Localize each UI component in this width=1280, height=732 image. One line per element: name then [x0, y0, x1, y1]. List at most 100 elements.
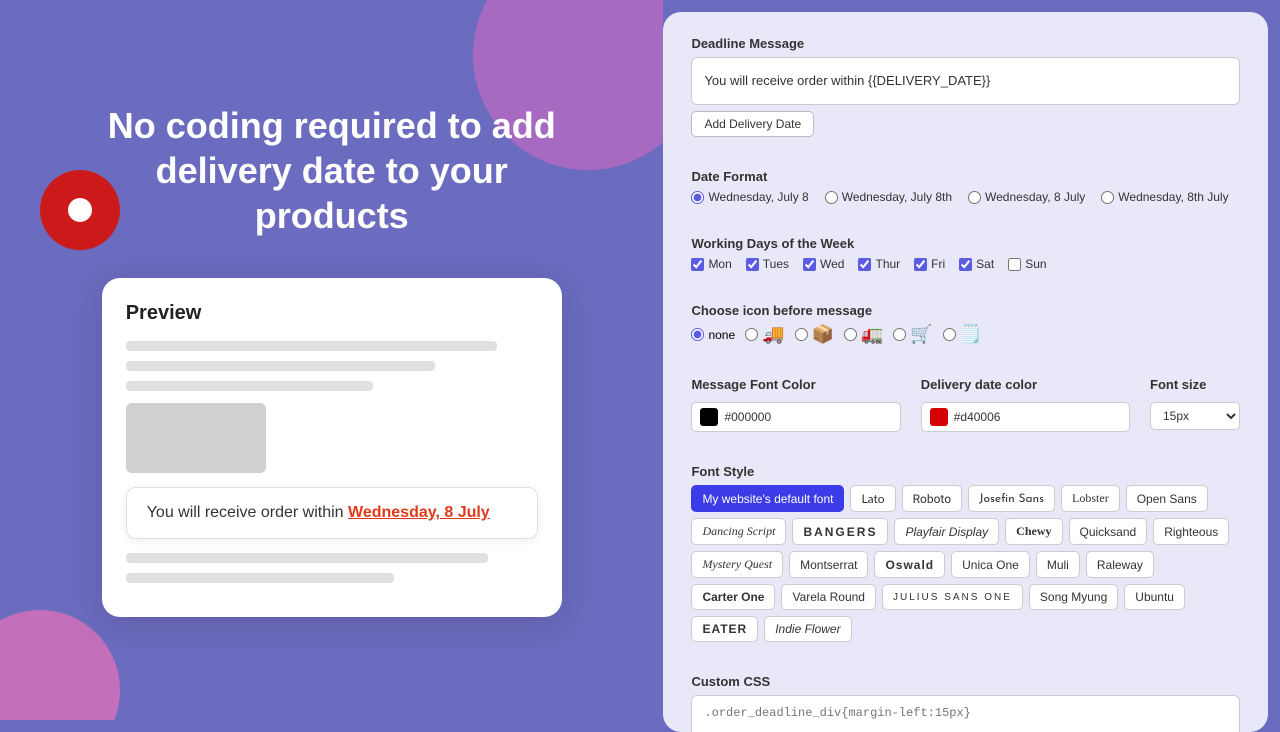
font-btn-song[interactable]: Song Myung [1029, 584, 1118, 610]
preview-bottom-line-2 [126, 573, 394, 583]
message-font-color-input[interactable]: #000000 [691, 402, 900, 432]
icon-truck2[interactable]: 🚛 [844, 324, 883, 345]
font-btn-julius[interactable]: JULIUS SANS ONE [882, 584, 1023, 610]
icon-radio-cart[interactable] [893, 328, 906, 341]
icon-truck1[interactable]: 🚚 [745, 324, 784, 345]
message-font-color-swatch [700, 408, 718, 426]
font-btn-default[interactable]: My website's default font [691, 485, 844, 512]
message-font-color-group: Message Font Color #000000 [691, 377, 900, 432]
red-circle-inner [68, 198, 92, 222]
font-btn-montserrat[interactable]: Montserrat [789, 551, 868, 578]
working-days-section: Working Days of the Week Mon Tues Wed Th… [691, 236, 1240, 271]
preview-card: Preview You will receive order within We… [102, 278, 562, 617]
day-fri[interactable]: Fri [914, 257, 945, 271]
date-format-option-4[interactable]: Wednesday, 8th July [1101, 190, 1228, 204]
delivery-date-color-input[interactable]: #d40006 [921, 402, 1130, 432]
font-btn-unica[interactable]: Unica One [951, 551, 1030, 578]
icon-cart[interactable]: 🛒 [893, 324, 932, 345]
date-format-radio-3[interactable] [968, 191, 981, 204]
color-fontsize-row: Message Font Color #000000 Delivery date… [691, 377, 1240, 432]
delivery-message-box: You will receive order within Wednesday,… [126, 487, 538, 539]
font-btn-josefin[interactable]: Josefin Sans [968, 485, 1055, 512]
icon-radio-truck2[interactable] [844, 328, 857, 341]
font-buttons-grid: My website's default font Lato Roboto Jo… [691, 485, 1240, 642]
font-size-group: Font size 15px 12px 14px 16px 18px 20px [1150, 377, 1240, 430]
delivery-date-color-label: Delivery date color [921, 377, 1130, 392]
font-btn-lato[interactable]: Lato [850, 485, 895, 512]
message-font-color-value: #000000 [724, 410, 771, 424]
add-delivery-date-button[interactable]: Add Delivery Date [691, 111, 814, 137]
checkbox-thur[interactable] [858, 258, 871, 271]
custom-css-input[interactable] [691, 695, 1240, 732]
day-tues[interactable]: Tues [746, 257, 789, 271]
working-days-label: Working Days of the Week [691, 236, 1240, 251]
date-format-radio-group: Wednesday, July 8 Wednesday, July 8th We… [691, 190, 1240, 204]
date-format-radio-1[interactable] [691, 191, 704, 204]
date-format-radio-2[interactable] [825, 191, 838, 204]
font-btn-indie[interactable]: Indie Flower [764, 616, 851, 642]
checkbox-sun[interactable] [1008, 258, 1021, 271]
font-btn-lobster[interactable]: Lobster [1061, 485, 1120, 512]
icon-box[interactable]: 📦 [795, 324, 834, 345]
font-btn-raleway[interactable]: Raleway [1086, 551, 1154, 578]
font-btn-quicksand[interactable]: Quicksand [1069, 518, 1148, 545]
day-sun[interactable]: Sun [1008, 257, 1046, 271]
date-format-option-3[interactable]: Wednesday, 8 July [968, 190, 1085, 204]
preview-line-3 [126, 381, 373, 391]
font-btn-opensans[interactable]: Open Sans [1126, 485, 1208, 512]
icon-none[interactable]: none [691, 328, 735, 342]
preview-line-2 [126, 361, 435, 371]
icon-section: Choose icon before message none 🚚 📦 🚛 🛒 [691, 303, 1240, 345]
font-btn-roboto[interactable]: Roboto [902, 485, 962, 512]
font-btn-chewy[interactable]: Chewy [1005, 518, 1062, 545]
checkbox-sat[interactable] [959, 258, 972, 271]
font-size-select[interactable]: 15px 12px 14px 16px 18px 20px [1150, 402, 1240, 430]
font-btn-righteous[interactable]: Righteous [1153, 518, 1229, 545]
font-btn-dancing[interactable]: Dancing Script [691, 518, 786, 545]
font-btn-carter[interactable]: Carter One [691, 584, 775, 610]
font-btn-mystery[interactable]: Mystery Quest [691, 551, 783, 578]
deadline-message-input[interactable]: You will receive order within {{DELIVERY… [691, 57, 1240, 105]
icon-radio-none[interactable] [691, 328, 704, 341]
checkbox-wed[interactable] [803, 258, 816, 271]
delivery-date-color-swatch [930, 408, 948, 426]
delivery-date-color-group: Delivery date color #d40006 [921, 377, 1130, 432]
font-btn-playfair[interactable]: Playfair Display [894, 518, 999, 545]
day-mon[interactable]: Mon [691, 257, 731, 271]
font-btn-varela[interactable]: Varela Round [781, 584, 876, 610]
day-wed[interactable]: Wed [803, 257, 844, 271]
preview-bottom-lines [126, 553, 538, 583]
icon-radio-box[interactable] [795, 328, 808, 341]
date-format-radio-4[interactable] [1101, 191, 1114, 204]
day-thur[interactable]: Thur [858, 257, 900, 271]
message-font-color-label: Message Font Color [691, 377, 900, 392]
font-btn-ubuntu[interactable]: Ubuntu [1124, 584, 1185, 610]
preview-image-placeholder [126, 403, 266, 473]
icon-radio-note[interactable] [943, 328, 956, 341]
checkbox-tues[interactable] [746, 258, 759, 271]
left-panel: No coding required to add delivery date … [0, 0, 663, 720]
custom-css-label: Custom CSS [691, 674, 1240, 689]
font-btn-bangers[interactable]: BANGERS [792, 518, 888, 545]
date-format-section: Date Format Wednesday, July 8 Wednesday,… [691, 169, 1240, 204]
deadline-message-section: Deadline Message You will receive order … [691, 36, 1240, 137]
preview-line-1 [126, 341, 497, 351]
day-sat[interactable]: Sat [959, 257, 994, 271]
preview-bottom-line-1 [126, 553, 489, 563]
font-style-section: Font Style My website's default font Lat… [691, 464, 1240, 642]
custom-css-section: Custom CSS [691, 674, 1240, 732]
delivery-date-color-value: #d40006 [954, 410, 1001, 424]
date-format-option-1[interactable]: Wednesday, July 8 [691, 190, 808, 204]
deadline-message-label: Deadline Message [691, 36, 1240, 51]
date-format-option-2[interactable]: Wednesday, July 8th [825, 190, 952, 204]
checkbox-fri[interactable] [914, 258, 927, 271]
font-size-label: Font size [1150, 377, 1240, 392]
icon-note[interactable]: 🗒️ [943, 324, 982, 345]
font-btn-muli[interactable]: Muli [1036, 551, 1080, 578]
font-btn-oswald[interactable]: Oswald [874, 551, 945, 578]
icon-radio-truck1[interactable] [745, 328, 758, 341]
red-record-icon [40, 170, 120, 250]
checkbox-mon[interactable] [691, 258, 704, 271]
date-format-label: Date Format [691, 169, 1240, 184]
font-btn-eater[interactable]: EATER [691, 616, 758, 642]
